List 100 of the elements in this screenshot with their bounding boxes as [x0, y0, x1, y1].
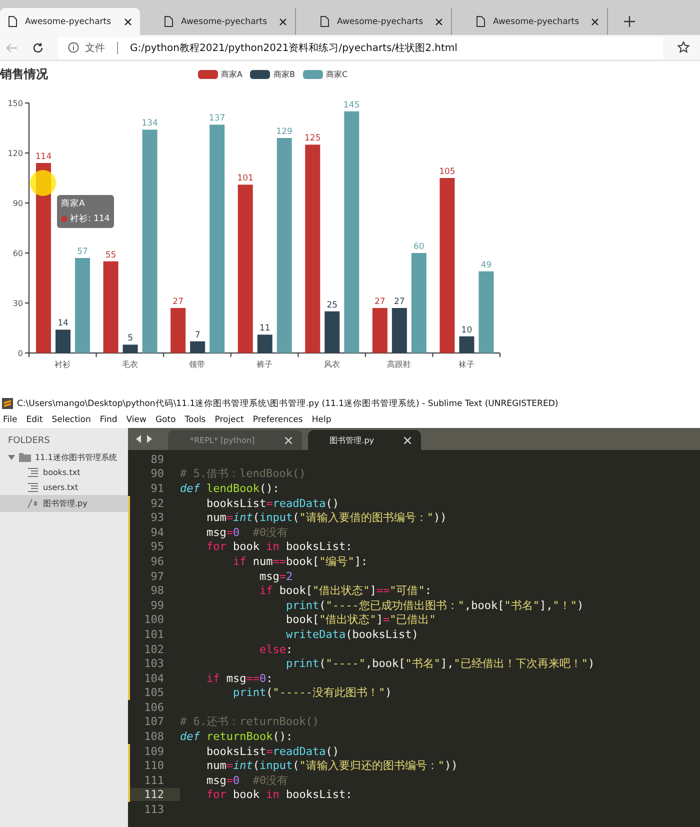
code-line: msg=2 — [258, 570, 293, 583]
bar[interactable] — [190, 341, 206, 353]
legend-swatch[interactable] — [198, 70, 218, 78]
line-number: 107 — [143, 715, 165, 728]
page-icon — [320, 16, 329, 27]
axis-label: 90 — [12, 199, 23, 208]
expand-arrow-icon[interactable] — [8, 454, 15, 461]
code-line: print("----",book["书名"],"已经借出！下次再来吧！") — [284, 656, 595, 672]
data-label: 60 — [414, 242, 424, 252]
line-number: 101 — [143, 628, 165, 641]
data-label: 27 — [172, 297, 184, 307]
code-line: writeData(booksList) — [284, 628, 418, 641]
code-line: if book["借出状态"]=="可借": — [258, 583, 432, 598]
line-number: 105 — [143, 686, 165, 700]
legend-label[interactable]: 商家B — [273, 68, 295, 80]
axis-label: 30 — [12, 299, 23, 308]
data-label: 11 — [259, 324, 270, 334]
data-label: 14 — [58, 318, 68, 329]
code-line: def lendBook(): — [180, 482, 280, 495]
bar[interactable] — [372, 308, 388, 353]
data-label: 101 — [237, 174, 254, 184]
line-number: 91 — [150, 482, 165, 495]
code-line: msg=0 #0没有 — [205, 524, 288, 540]
legend-label[interactable]: 商家C — [326, 68, 348, 80]
sidebar-file[interactable]: 图书管理.py — [0, 495, 128, 512]
sidebar-file[interactable]: users.txt — [0, 480, 128, 495]
bar[interactable] — [324, 311, 340, 353]
line-number: 102 — [143, 642, 165, 656]
browser-tab[interactable]: Awesome-pyecharts — [0, 8, 140, 35]
legend-swatch[interactable] — [302, 70, 323, 78]
line-number: 108 — [143, 730, 165, 744]
menu-item[interactable]: Find — [100, 415, 118, 425]
bar[interactable] — [459, 336, 474, 353]
legend-label[interactable]: 商家A — [221, 68, 242, 80]
data-label: 57 — [77, 247, 88, 257]
refresh-icon[interactable] — [32, 42, 44, 54]
menu-item[interactable]: View — [126, 415, 146, 425]
line-number: 90 — [150, 467, 165, 480]
bar[interactable] — [238, 184, 253, 353]
data-label: 27 — [394, 297, 405, 307]
window-title: C:\Users\mango\Desktop\python代码\11.1迷你图书管理系统\图书管理.py (11.1迷你图书管理系统) - Sublime Text (UNREGISTERED) — [17, 398, 558, 410]
text-file-icon — [28, 468, 38, 477]
folder-item[interactable]: 11.1迷你图书管理系统 — [0, 450, 128, 465]
close-icon[interactable] — [279, 18, 287, 26]
axis-label: 风衣 — [324, 360, 340, 369]
close-icon[interactable] — [591, 18, 599, 26]
code-line: print("----您已成功借出图书：",book["书名"],"！") — [284, 598, 584, 613]
line-number: 109 — [143, 744, 165, 758]
menu-item[interactable]: Help — [312, 415, 332, 425]
code-line: book["借出状态"]="已借出" — [284, 612, 436, 628]
tab-nav-arrows-icon[interactable] — [136, 435, 152, 443]
bar[interactable] — [305, 144, 320, 353]
new-tab-icon[interactable] — [624, 16, 635, 27]
line-number: 95 — [150, 540, 165, 554]
line-number: 99 — [150, 598, 165, 612]
line-number: 98 — [150, 584, 165, 598]
legend-swatch[interactable] — [250, 70, 270, 78]
bar[interactable] — [257, 334, 272, 353]
bar[interactable] — [122, 344, 138, 353]
axis-label: 袜子 — [458, 360, 474, 369]
sidebar-header: FOLDERS — [7, 436, 51, 448]
bar[interactable] — [392, 308, 407, 353]
axis-label: 领带 — [189, 360, 206, 369]
code-line: num=int(input("请输入要归还的图书编号：")) — [205, 758, 458, 774]
sidebar-file[interactable]: books.txt — [0, 465, 128, 480]
line-number: 94 — [150, 526, 165, 539]
code-line: print("-----没有此图书！") — [232, 685, 392, 700]
data-label: 114 — [35, 152, 52, 162]
code-line: if msg==0: — [205, 672, 273, 685]
data-label: 55 — [105, 250, 116, 260]
address-field[interactable]: 文件 G:/python教程2021/python2021资料和练习/pyecharts/柱状图2.html — [58, 36, 663, 58]
close-icon[interactable] — [124, 18, 132, 26]
data-label: 49 — [480, 260, 492, 270]
line-number: 103 — [143, 657, 165, 670]
menu-item[interactable]: File — [3, 415, 18, 425]
info-icon — [68, 42, 79, 53]
page-icon — [164, 16, 173, 27]
code-line: def returnBook(): — [180, 730, 293, 744]
menu-item[interactable]: Goto — [155, 415, 176, 425]
favorite-icon[interactable] — [677, 41, 690, 54]
axis-label: 0 — [18, 349, 23, 358]
data-label: 25 — [326, 300, 338, 310]
close-icon[interactable] — [435, 18, 443, 26]
menu-item[interactable]: Selection — [52, 415, 91, 425]
series-dot — [61, 216, 67, 222]
line-number: 93 — [150, 511, 165, 524]
axis-label: 高跟鞋 — [387, 360, 412, 369]
editor-tab[interactable]: 图书管理.py — [308, 430, 422, 450]
line-number: 89 — [150, 452, 165, 466]
bar[interactable] — [170, 308, 186, 353]
menu-item[interactable]: Edit — [26, 415, 43, 425]
menu-item[interactable]: Tools — [184, 415, 206, 425]
page-icon — [476, 16, 485, 27]
axis-label: 150 — [8, 99, 23, 108]
code-line: num=int(input("请输入要借的图书编号：")) — [205, 510, 447, 526]
axis-label: 衬衫 — [54, 360, 71, 369]
menu-item[interactable]: Preferences — [252, 415, 303, 425]
code-line: booksList=readData() — [205, 744, 339, 758]
data-label: 145 — [344, 100, 360, 110]
menu-item[interactable]: Project — [214, 415, 244, 425]
